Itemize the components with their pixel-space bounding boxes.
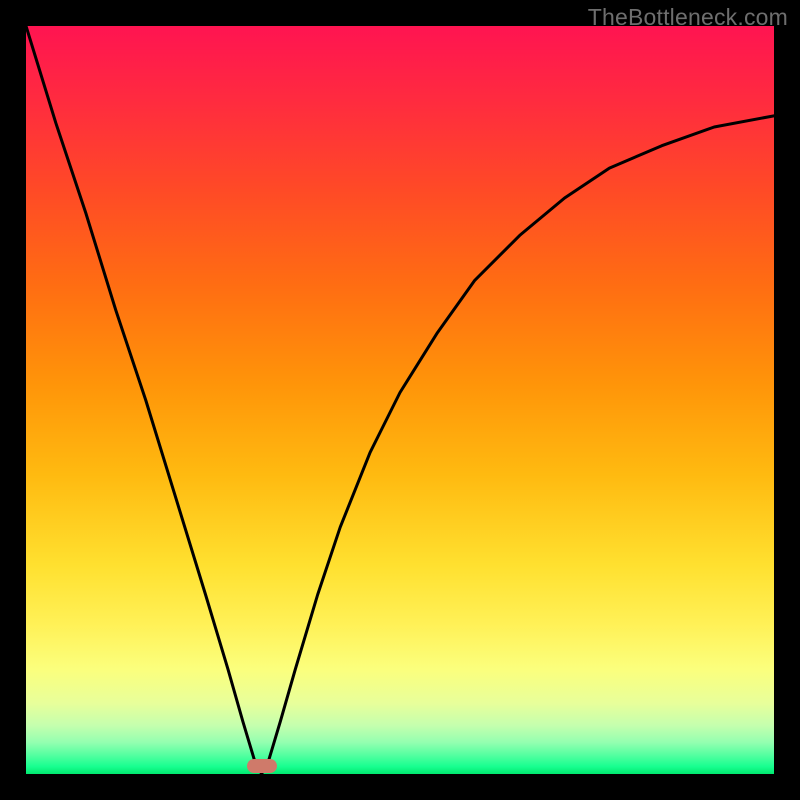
chart-stage: TheBottleneck.com [0, 0, 800, 800]
watermark-text: TheBottleneck.com [588, 4, 788, 31]
bottleneck-curve [26, 26, 774, 774]
minimum-marker [247, 759, 277, 773]
plot-area [26, 26, 774, 774]
